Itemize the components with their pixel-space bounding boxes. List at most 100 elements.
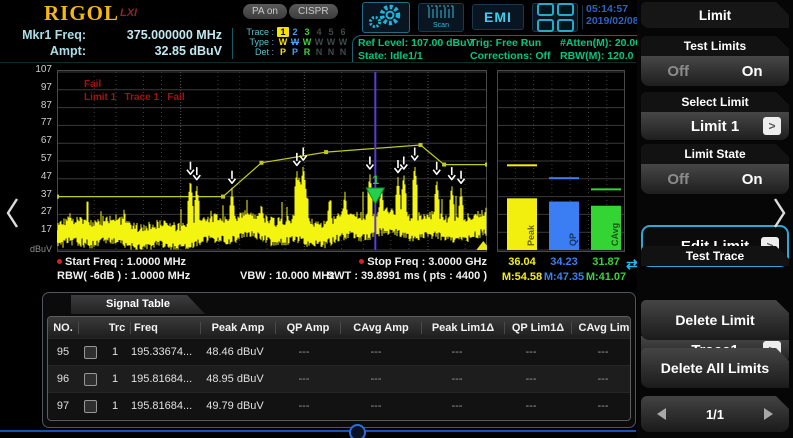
signal-table-panel: Signal Table NO. Trc Freq Peak Amp QP Am… [42, 292, 636, 428]
prev-page-chevron-icon[interactable] [4, 196, 20, 230]
cispr-button[interactable]: CISPR [289, 4, 338, 19]
start-freq-readout: Start Freq : 1.0000 MHz [57, 256, 186, 268]
select-limit-button[interactable]: Limit 1 > [641, 112, 789, 140]
marker-ampt-label: Ampt: [6, 44, 86, 58]
trace-legend[interactable]: Trace :123456 Type :WWWWWW Det :PPRNNN [237, 27, 349, 57]
toggle-on[interactable]: On [742, 171, 763, 188]
col-cavg-lim: CAvg Lim1Δ [572, 322, 631, 334]
swt-readout: SWT : 39.8991 ms ( pts : 4400 ) [327, 270, 487, 282]
col-peak-lim: Peak Lim1Δ [422, 322, 505, 334]
y-axis-tick: 47 [26, 171, 52, 182]
col-cavg-amp: CAvg Amp [341, 322, 422, 334]
marker-ampt-value: 32.85 dBuV [90, 44, 222, 58]
trace-type: W [337, 37, 349, 47]
trace-2-badge: 2 [289, 27, 301, 37]
rigol-logo: RIGOL [44, 1, 119, 26]
y-axis-tick: 37 [26, 189, 52, 200]
trace-3-badge: 3 [301, 27, 313, 37]
svg-text:1: 1 [372, 173, 379, 187]
corrections-readout: Corrections: Off [470, 50, 551, 62]
row-checkbox[interactable] [84, 400, 97, 413]
scan-label: Scan [419, 22, 463, 29]
softkey-menu: Limit Test Limits Off On Select Limit Li… [637, 0, 793, 438]
meters-svg: PeakQPCAvg [497, 70, 625, 252]
y-axis-tick: 77 [26, 117, 52, 128]
table-row[interactable]: 95 1 195.33674... 48.46 dBuV --- --- ---… [48, 338, 630, 365]
trace-row-label: Trace : [237, 27, 274, 37]
scan-button[interactable]: Scan [418, 3, 464, 32]
svg-text:Peak: Peak [526, 224, 536, 246]
vbw-readout: VBW : 10.000 MHz [240, 270, 335, 282]
table-row[interactable]: 97 1 195.81684... 49.79 dBuV --- --- ---… [48, 392, 630, 419]
col-peak-amp: Peak Amp [201, 322, 276, 334]
layout-grid-icon [557, 19, 574, 32]
y-axis-tick: 107 [26, 64, 52, 75]
trace-detector: P [277, 47, 289, 57]
trace-type: W [301, 37, 313, 47]
signal-table: NO. Trc Freq Peak Amp QP Amp CAvg Amp Pe… [47, 316, 631, 421]
state-readout: State: Idle1/1 [358, 50, 423, 62]
delete-limit-button[interactable]: Delete Limit [641, 300, 789, 340]
date: 2019/02/08 [586, 15, 642, 27]
limit-state-label: Limit State [641, 144, 789, 164]
trigger-readout: Trig: Free Run [470, 37, 541, 49]
scrollbar-handle[interactable] [349, 424, 366, 438]
trace-detector: N [325, 47, 337, 57]
col-trc: Trc [104, 322, 131, 334]
divider [0, 62, 636, 63]
trace-detector: N [313, 47, 325, 57]
window-layout-button[interactable] [532, 3, 578, 32]
trace-6-badge: 6 [337, 27, 349, 37]
y-axis-tick: 87 [26, 100, 52, 111]
col-freq: Freq [131, 322, 201, 334]
y-axis-tick: 17 [26, 224, 52, 235]
table-row[interactable]: 96 1 195.81684... 48.95 dBuV --- --- ---… [48, 365, 630, 392]
trace-type: W [289, 37, 301, 47]
divider [232, 28, 233, 59]
divider [582, 5, 583, 29]
delete-all-limits-button[interactable]: Delete All Limits [641, 348, 789, 388]
emi-mode-button[interactable]: EMI [472, 4, 524, 30]
row-checkbox[interactable] [84, 373, 97, 386]
meter-max-2: M:41.07 [578, 271, 634, 283]
clock: 05:14:57 2019/02/08 [586, 3, 642, 27]
trace-detector: N [337, 47, 349, 57]
time: 05:14:57 [586, 3, 642, 15]
page-next-icon[interactable] [764, 408, 773, 420]
menu-title: Limit [641, 2, 789, 28]
y-axis-tick: 57 [26, 153, 52, 164]
submenu-chevron-icon: > [763, 117, 781, 135]
layout-grid-icon [557, 3, 574, 16]
toggle-off[interactable]: Off [667, 171, 689, 188]
rbw-readout: RBW( -6dB ) : 1.0000 MHz [57, 270, 190, 282]
horizontal-scrollbar[interactable] [0, 430, 636, 432]
marker-freq-value: 375.000000 MHz [90, 28, 222, 42]
trace-type: W [313, 37, 325, 47]
y-axis-unit: dBuV [26, 244, 52, 254]
settings-button[interactable] [362, 2, 410, 33]
trace-1-badge: 1 [277, 27, 289, 37]
menu-pager: 1/1 [641, 396, 789, 432]
toggle-off[interactable]: Off [667, 63, 689, 80]
limit-test-status: Limit 1 Trace 1 Fail [84, 92, 185, 103]
test-trace-label: Test Trace [641, 246, 789, 266]
row-checkbox[interactable] [84, 346, 97, 359]
marker-dot-icon [359, 259, 364, 264]
type-row-label: Type : [237, 37, 274, 47]
layout-grid-icon [537, 3, 554, 16]
test-limits-toggle[interactable]: Off On [641, 56, 789, 86]
fail-indicator: Fail [84, 79, 101, 90]
trace-detector: R [301, 47, 313, 57]
layout-grid-icon [537, 19, 554, 32]
next-page-chevron-icon[interactable] [772, 196, 788, 230]
col-qp-amp: QP Amp [276, 322, 341, 334]
trace-type: W [325, 37, 337, 47]
y-axis-tick: 67 [26, 135, 52, 146]
limit-state-toggle[interactable]: Off On [641, 164, 789, 194]
tab-signal-table[interactable]: Signal Table [71, 295, 205, 314]
col-no: NO. [48, 322, 79, 334]
y-axis-tick: 27 [26, 206, 52, 217]
toggle-on[interactable]: On [742, 63, 763, 80]
page-prev-icon[interactable] [657, 408, 666, 420]
pa-on-button[interactable]: PA on [243, 4, 287, 19]
